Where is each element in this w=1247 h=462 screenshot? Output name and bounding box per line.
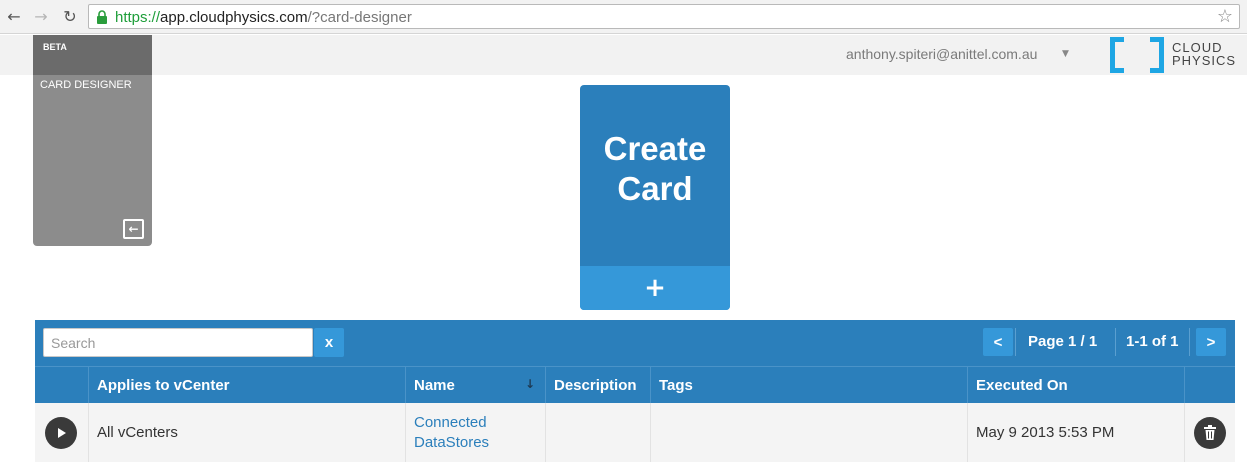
column-header-applies-to-vcenter[interactable]: Applies to vCenter — [88, 367, 405, 404]
app-header: anthony.spiteri@anittel.com.au ▼ CLOUD P… — [0, 35, 1247, 75]
run-card-button[interactable] — [45, 417, 77, 449]
logo-text: CLOUD PHYSICS — [1172, 41, 1236, 67]
create-card-plus-button[interactable]: + — [580, 266, 730, 310]
prev-page-button[interactable]: < — [983, 328, 1013, 356]
applies-to-cell: All vCenters — [88, 403, 405, 462]
user-email[interactable]: anthony.spiteri@anittel.com.au — [846, 46, 1037, 62]
delete-card-button[interactable] — [1194, 417, 1226, 449]
column-header-name-label: Name — [414, 377, 455, 394]
url-path: /?card-designer — [307, 9, 412, 26]
url-host: app.cloudphysics.com — [160, 9, 308, 26]
bookmark-star-icon[interactable]: ☆ — [1217, 6, 1233, 27]
cloudphysics-logo[interactable]: CLOUD PHYSICS — [1110, 37, 1235, 73]
back-icon[interactable]: ← — [4, 6, 24, 26]
logo-bracket-left — [1110, 37, 1124, 73]
url-text: https://app.cloudphysics.com/?card-desig… — [115, 9, 412, 26]
create-card-title-line1: Create — [603, 130, 707, 167]
url-scheme: https:// — [115, 9, 161, 26]
column-header-name[interactable]: Name ↓ — [405, 367, 545, 404]
sidebar-panel: BETA CARD DESIGNER ← — [33, 35, 152, 246]
user-menu-caret-icon[interactable]: ▼ — [1062, 49, 1069, 59]
column-header-tags[interactable]: Tags — [650, 367, 967, 404]
browser-chrome: ← → ↻ https://app.cloudphysics.com/?card… — [0, 0, 1247, 34]
create-card-title-line2: Card — [617, 170, 693, 207]
card-name-link[interactable]: Connected DataStores — [405, 403, 545, 462]
description-cell — [545, 403, 650, 462]
result-range: 1-1 of 1 — [1126, 333, 1179, 350]
column-header-description[interactable]: Description — [545, 367, 650, 404]
card-name-line1[interactable]: Connected — [414, 413, 489, 433]
pager-divider — [1015, 328, 1016, 356]
forward-icon[interactable]: → — [31, 6, 51, 26]
page-indicator: Page 1 / 1 — [1028, 333, 1098, 350]
table-header-row: Applies to vCenter Name ↓ Description Ta… — [35, 366, 1235, 404]
clear-search-button[interactable]: x — [314, 328, 344, 357]
logo-line2: PHYSICS — [1172, 53, 1237, 68]
cards-table: x < Page 1 / 1 1-1 of 1 > Applies to vCe… — [35, 320, 1235, 462]
sort-descending-icon[interactable]: ↓ — [525, 377, 535, 391]
trash-icon — [1204, 425, 1216, 440]
table-row: All vCenters Connected DataStores May 9 … — [35, 403, 1235, 462]
lock-icon — [97, 10, 107, 24]
reload-icon[interactable]: ↻ — [60, 6, 80, 26]
play-icon — [58, 428, 66, 438]
beta-badge: BETA — [43, 42, 67, 52]
executed-on-cell: May 9 2013 5:53 PM — [967, 403, 1184, 462]
address-bar[interactable]: https://app.cloudphysics.com/?card-desig… — [88, 4, 1240, 29]
next-page-button[interactable]: > — [1196, 328, 1226, 356]
card-name-line2[interactable]: DataStores — [414, 433, 489, 453]
run-cell — [35, 403, 88, 462]
create-card-tile[interactable]: Create Card + — [580, 85, 730, 310]
tags-cell — [650, 403, 967, 462]
create-card-title: Create Card — [580, 129, 730, 209]
beta-banner: BETA — [33, 35, 152, 75]
pager-divider — [1189, 328, 1190, 356]
pager-divider — [1115, 328, 1116, 356]
search-input[interactable] — [43, 328, 313, 357]
collapse-sidebar-icon[interactable]: ← — [123, 219, 144, 239]
logo-bracket-right — [1150, 37, 1164, 73]
column-header-executed-on[interactable]: Executed On — [967, 367, 1184, 404]
sidebar-item-card-designer[interactable]: CARD DESIGNER — [40, 79, 132, 91]
table-toolbar: x < Page 1 / 1 1-1 of 1 > — [35, 320, 1235, 366]
column-header-actions — [1184, 367, 1235, 404]
column-header-run — [35, 367, 88, 404]
